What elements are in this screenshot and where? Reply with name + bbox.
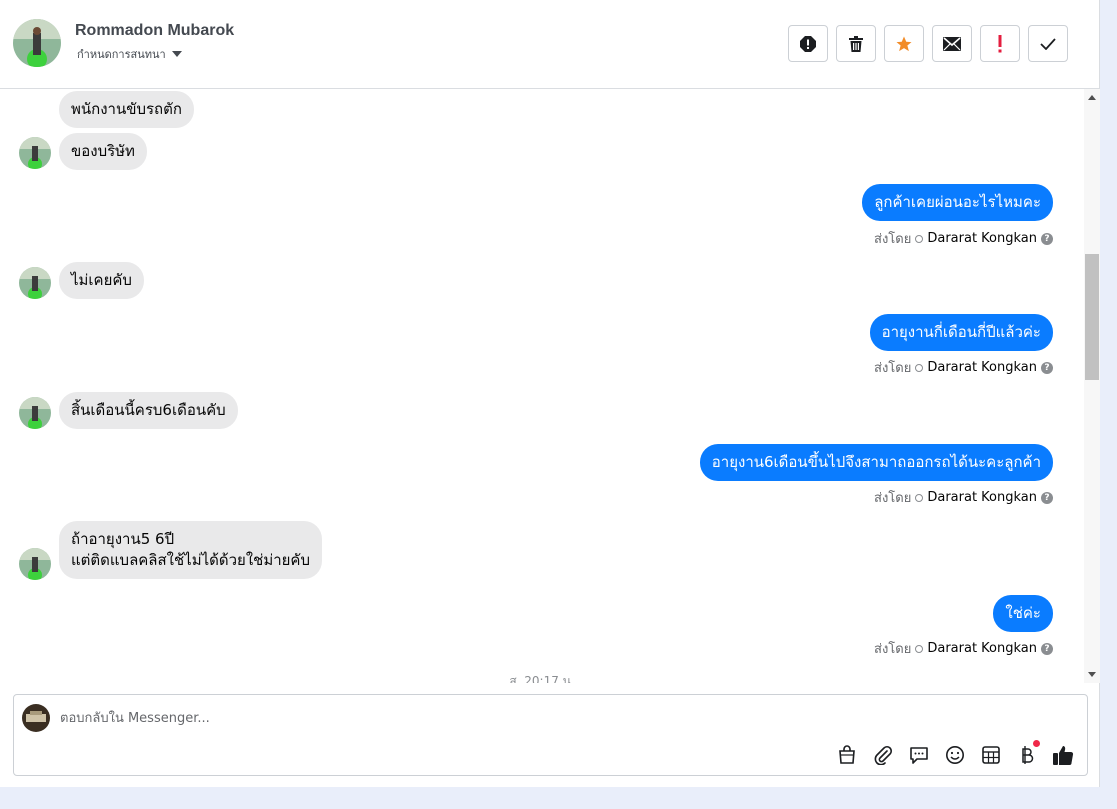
sent-by-label: ส่งโดย: [874, 361, 912, 376]
sent-by-info: ส่งโดย Dararat Kongkan ?: [874, 638, 1053, 659]
sent-by-info: ส่งโดย Dararat Kongkan ?: [874, 487, 1053, 508]
help-icon[interactable]: ?: [1041, 642, 1053, 655]
incoming-message: พนักงานขับรถตัก: [59, 91, 194, 128]
conversation-panel: Rommadon Mubarok กำหนดการสนทนา พนักงานขั…: [0, 0, 1100, 787]
incoming-message: ไม่เคยคับ: [59, 262, 144, 299]
mark-done-button[interactable]: [1028, 25, 1068, 62]
help-icon[interactable]: ?: [1041, 232, 1053, 245]
star-icon: [896, 36, 912, 51]
contact-avatar-small: [19, 397, 51, 429]
outgoing-message: ใช่ค่ะ: [993, 595, 1053, 632]
scroll-up-arrow-icon[interactable]: [1088, 95, 1096, 100]
conversation-header: Rommadon Mubarok กำหนดการสนทนา: [0, 0, 1100, 89]
message-line: ถ้าอายุงาน5 6ปี: [71, 530, 175, 548]
sent-by-label: ส่งโดย: [874, 642, 912, 657]
contact-avatar-small: [19, 548, 51, 580]
agent-name: Dararat Kongkan: [927, 641, 1037, 656]
scroll-thumb[interactable]: [1085, 254, 1099, 380]
contact-name[interactable]: Rommadon Mubarok: [75, 22, 234, 40]
contact-avatar-small: [19, 137, 51, 169]
incoming-message: ถ้าอายุงาน5 6ปี แต่ติดแบลคลิสใช้ไม่ได้ด้…: [59, 521, 322, 579]
reply-input[interactable]: [60, 707, 960, 729]
sent-by-info: ส่งโดย Dararat Kongkan ?: [874, 357, 1053, 378]
follow-up-button[interactable]: [980, 25, 1020, 62]
report-spam-button[interactable]: [788, 25, 828, 62]
agent-name: Dararat Kongkan: [927, 490, 1037, 505]
sent-by-info: ส่งโดย Dararat Kongkan ?: [874, 228, 1053, 249]
reply-composer: [13, 694, 1088, 776]
status-dot-icon: [915, 644, 924, 653]
outgoing-message: ลูกค้าเคยผ่อนอะไรไหมคะ: [862, 184, 1053, 221]
label-dropdown-text: กำหนดการสนทนา: [77, 48, 166, 61]
envelope-icon: [943, 36, 961, 51]
sent-by-label: ส่งโดย: [874, 491, 912, 506]
sent-by-label: ส่งโดย: [874, 232, 912, 247]
contact-avatar[interactable]: [13, 19, 61, 67]
chat-bubbles-icon[interactable]: [907, 743, 931, 767]
status-dot-icon: [915, 234, 924, 243]
agent-name: Dararat Kongkan: [927, 231, 1037, 246]
incoming-message: สิ้นเดือนนี้ครบ6เดือนคับ: [59, 392, 238, 429]
message-line: แต่ติดแบลคลิสใช้ไม่ได้ด้วยใช่ม่ายคับ: [71, 551, 310, 569]
message-thread[interactable]: พนักงานขับรถตัก ของบริษัท ลูกค้าเคยผ่อนอ…: [0, 89, 1084, 683]
message-timestamp: ส. 20:17 น.: [509, 674, 575, 683]
help-icon[interactable]: ?: [1041, 361, 1053, 374]
table-icon[interactable]: [979, 743, 1003, 767]
outgoing-message: อายุงาน6เดือนขึ้นไปจึงสามาถออกรถได้นะคะล…: [699, 444, 1053, 481]
mark-unread-button[interactable]: [932, 25, 972, 62]
help-icon[interactable]: ?: [1041, 491, 1053, 504]
shopping-bag-icon[interactable]: [835, 743, 859, 767]
status-dot-icon: [915, 363, 924, 372]
caret-down-icon: [171, 51, 182, 57]
baht-icon[interactable]: [1015, 740, 1040, 767]
page-avatar: [22, 704, 50, 732]
agent-name: Dararat Kongkan: [927, 360, 1037, 375]
outgoing-message: อายุงานกี่เดือนกี่ปีแล้วค่ะ: [869, 314, 1053, 351]
paperclip-icon[interactable]: [871, 743, 895, 767]
action-toolbar: [788, 25, 1068, 62]
thread-scrollbar[interactable]: [1084, 89, 1100, 683]
exclamation-icon: [998, 34, 1002, 52]
star-button[interactable]: [884, 25, 924, 62]
incoming-message: ของบริษัท: [59, 133, 147, 170]
check-icon: [1040, 37, 1056, 50]
smiley-icon[interactable]: [943, 743, 967, 767]
scroll-down-arrow-icon[interactable]: [1088, 672, 1096, 677]
notification-dot: [1033, 740, 1040, 747]
alert-octagon-icon: [800, 35, 816, 52]
trash-icon: [849, 35, 863, 52]
label-dropdown[interactable]: กำหนดการสนทนา: [77, 45, 182, 63]
composer-tools: [835, 740, 1075, 767]
thumbs-up-icon[interactable]: [1051, 743, 1075, 767]
contact-avatar-small: [19, 267, 51, 299]
delete-button[interactable]: [836, 25, 876, 62]
status-dot-icon: [915, 493, 924, 502]
